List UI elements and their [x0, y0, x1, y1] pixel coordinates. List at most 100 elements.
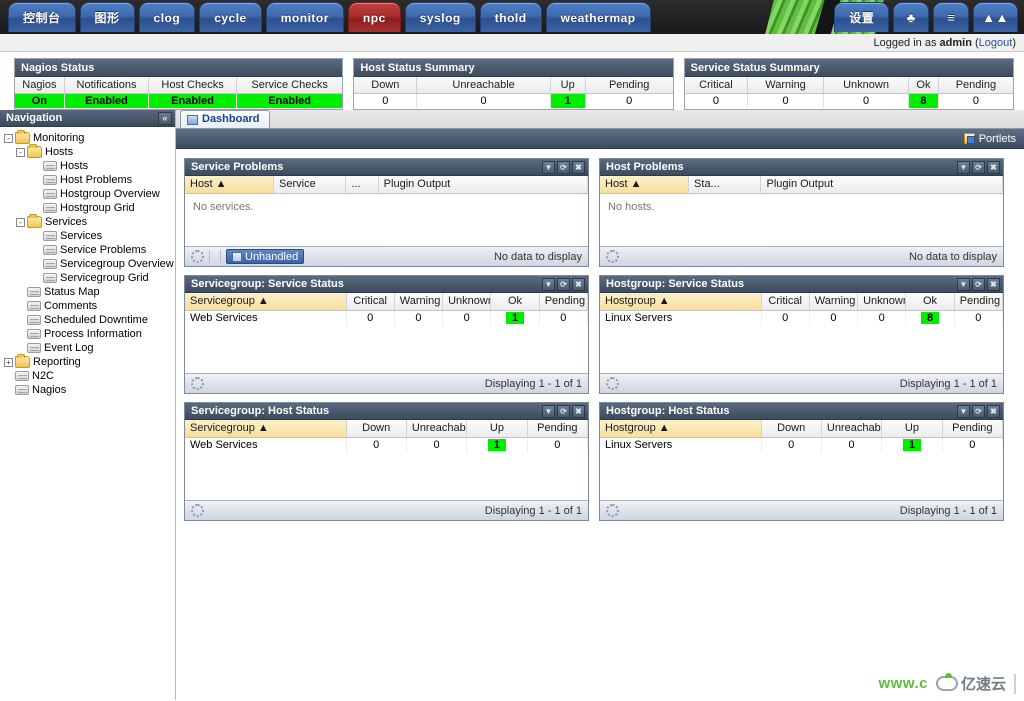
refresh-icon[interactable]	[191, 250, 204, 263]
status-badge[interactable]: 1	[506, 312, 525, 325]
portlet-refresh-icon[interactable]: ⟳	[557, 404, 570, 418]
column-header-warning[interactable]: Warning	[809, 293, 859, 311]
portlet-refresh-icon[interactable]: ⟳	[557, 160, 570, 174]
top-tab-clog[interactable]: clog	[138, 2, 196, 32]
column-header-servicegroup[interactable]: Servicegroup ▲	[185, 420, 347, 438]
portlet-collapse-icon[interactable]: ▼	[542, 404, 555, 418]
tab-dashboard[interactable]: Dashboard	[180, 110, 271, 128]
column-header-unreachable[interactable]: Unreachable	[406, 420, 468, 438]
column-header-hostgroup[interactable]: Hostgroup ▲	[600, 293, 762, 311]
column-header-up[interactable]: Up	[881, 420, 943, 438]
top-tab-monitor[interactable]: monitor	[265, 2, 344, 32]
portlet-refresh-icon[interactable]: ⟳	[557, 277, 570, 291]
column-header-critical[interactable]: Critical	[346, 293, 395, 311]
column-header-critical[interactable]: Critical	[761, 293, 810, 311]
summary-value[interactable]: Enabled	[64, 93, 150, 108]
sidebar-item-host-problems[interactable]: Host Problems	[4, 173, 175, 187]
column-header-pending[interactable]: Pending	[942, 420, 1004, 438]
portlet-refresh-icon[interactable]: ⟳	[972, 404, 985, 418]
portlet-close-icon[interactable]: ✖	[987, 404, 1000, 418]
status-badge[interactable]: 1	[487, 439, 506, 452]
top-tab-weathermap[interactable]: weathermap	[545, 2, 651, 32]
sidebar-item-servicegroup-grid[interactable]: Servicegroup Grid	[4, 271, 175, 285]
sidebar-item-event-log[interactable]: Event Log	[4, 341, 175, 355]
portlet-collapse-icon[interactable]: ▼	[957, 404, 970, 418]
summary-value[interactable]: On	[15, 93, 65, 108]
portlet-collapse-icon[interactable]: ▼	[957, 160, 970, 174]
column-header-down[interactable]: Down	[761, 420, 822, 438]
portlet-close-icon[interactable]: ✖	[572, 277, 585, 291]
column-header-hostgroup[interactable]: Hostgroup ▲	[600, 420, 762, 438]
table-row[interactable]: Linux Servers 0 0 0 8 0	[600, 310, 1004, 326]
top-tab-npc[interactable]: npc	[347, 2, 401, 32]
sidebar-item-hostgroup-grid[interactable]: Hostgroup Grid	[4, 201, 175, 215]
column-header-down[interactable]: Down	[346, 420, 407, 438]
refresh-icon[interactable]	[606, 504, 619, 517]
table-row[interactable]: Linux Servers 0 0 1 0	[600, 437, 1004, 453]
column-header-pending[interactable]: Pending	[539, 293, 589, 311]
top-tab-tree-icon[interactable]: ♣	[893, 2, 930, 32]
refresh-icon[interactable]	[191, 504, 204, 517]
column-header-pluginoutput[interactable]: Plugin Output	[760, 176, 1003, 194]
portlet-refresh-icon[interactable]: ⟳	[972, 277, 985, 291]
top-tab-控制台[interactable]: 控制台	[8, 2, 76, 32]
top-tab-thold[interactable]: thold	[479, 2, 542, 32]
column-header-pluginoutput[interactable]: Plugin Output	[378, 176, 589, 194]
summary-value[interactable]: 8	[908, 93, 939, 108]
column-header-up[interactable]: Up	[466, 420, 528, 438]
table-row[interactable]: Web Services 0 0 0 1 0	[185, 310, 589, 326]
row-value[interactable]: 1	[466, 437, 528, 453]
column-header-host[interactable]: Host ▲	[600, 176, 690, 194]
column-header-ok[interactable]: Ok	[905, 293, 955, 311]
portlet-close-icon[interactable]: ✖	[987, 160, 1000, 174]
sidebar-item-servicegroup-overview[interactable]: Servicegroup Overview	[4, 257, 175, 271]
column-header-host[interactable]: Host ▲	[185, 176, 275, 194]
portlet-refresh-icon[interactable]: ⟳	[972, 160, 985, 174]
sidebar-item-hosts[interactable]: Hosts	[4, 159, 175, 173]
refresh-icon[interactable]	[191, 377, 204, 390]
sidebar-item-scheduled-downtime[interactable]: Scheduled Downtime	[4, 313, 175, 327]
expand-toggle-icon[interactable]: +	[4, 357, 13, 367]
portlet-collapse-icon[interactable]: ▼	[957, 277, 970, 291]
sidebar-item-process-information[interactable]: Process Information	[4, 327, 175, 341]
column-header-unknown[interactable]: Unknown	[442, 293, 492, 311]
unhandled-button[interactable]: Unhandled	[226, 249, 305, 264]
top-tab-mountain-icon[interactable]: ▲▲	[973, 2, 1018, 32]
portlet-close-icon[interactable]: ✖	[572, 160, 585, 174]
sidebar-item-reporting[interactable]: + Reporting	[4, 354, 175, 369]
column-header-[interactable]: ...	[345, 176, 379, 194]
status-badge[interactable]: 1	[902, 439, 921, 452]
summary-value[interactable]: Enabled	[236, 93, 343, 108]
refresh-icon[interactable]	[606, 377, 619, 390]
column-header-servicegroup[interactable]: Servicegroup ▲	[185, 293, 347, 311]
portlets-button[interactable]: Portlets	[963, 133, 1016, 145]
top-tab-设置[interactable]: 设置	[834, 2, 890, 32]
top-tab-list-icon[interactable]: ≡	[933, 2, 970, 32]
refresh-icon[interactable]	[606, 250, 619, 263]
top-tab-cycle[interactable]: cycle	[199, 2, 262, 32]
sidebar-item-hosts[interactable]: - Hosts	[4, 144, 175, 159]
sidebar-item-service-problems[interactable]: Service Problems	[4, 243, 175, 257]
portlet-close-icon[interactable]: ✖	[572, 404, 585, 418]
sidebar-item-comments[interactable]: Comments	[4, 299, 175, 313]
portlet-close-icon[interactable]: ✖	[987, 277, 1000, 291]
portlet-collapse-icon[interactable]: ▼	[542, 160, 555, 174]
sidebar-item-services[interactable]: - Services	[4, 214, 175, 229]
logout-link[interactable]: Logout	[979, 37, 1013, 49]
column-header-warning[interactable]: Warning	[394, 293, 444, 311]
collapse-toggle-icon[interactable]: -	[16, 147, 25, 157]
summary-value[interactable]: Enabled	[148, 93, 237, 108]
table-row[interactable]: Web Services 0 0 1 0	[185, 437, 589, 453]
column-header-unreachable[interactable]: Unreachable	[821, 420, 883, 438]
collapse-toggle-icon[interactable]: -	[16, 217, 25, 227]
top-tab-syslog[interactable]: syslog	[404, 2, 476, 32]
sidebar-item-status-map[interactable]: Status Map	[4, 285, 175, 299]
status-badge[interactable]: 8	[921, 312, 940, 325]
sidebar-item-hostgroup-overview[interactable]: Hostgroup Overview	[4, 187, 175, 201]
portlet-collapse-icon[interactable]: ▼	[542, 277, 555, 291]
column-header-service[interactable]: Service	[273, 176, 347, 194]
sidebar-item-nagios[interactable]: Nagios	[4, 383, 175, 397]
sidebar-item-services[interactable]: Services	[4, 229, 175, 243]
column-header-unknown[interactable]: Unknown	[857, 293, 907, 311]
sidebar-item-monitoring[interactable]: - Monitoring	[4, 130, 175, 145]
